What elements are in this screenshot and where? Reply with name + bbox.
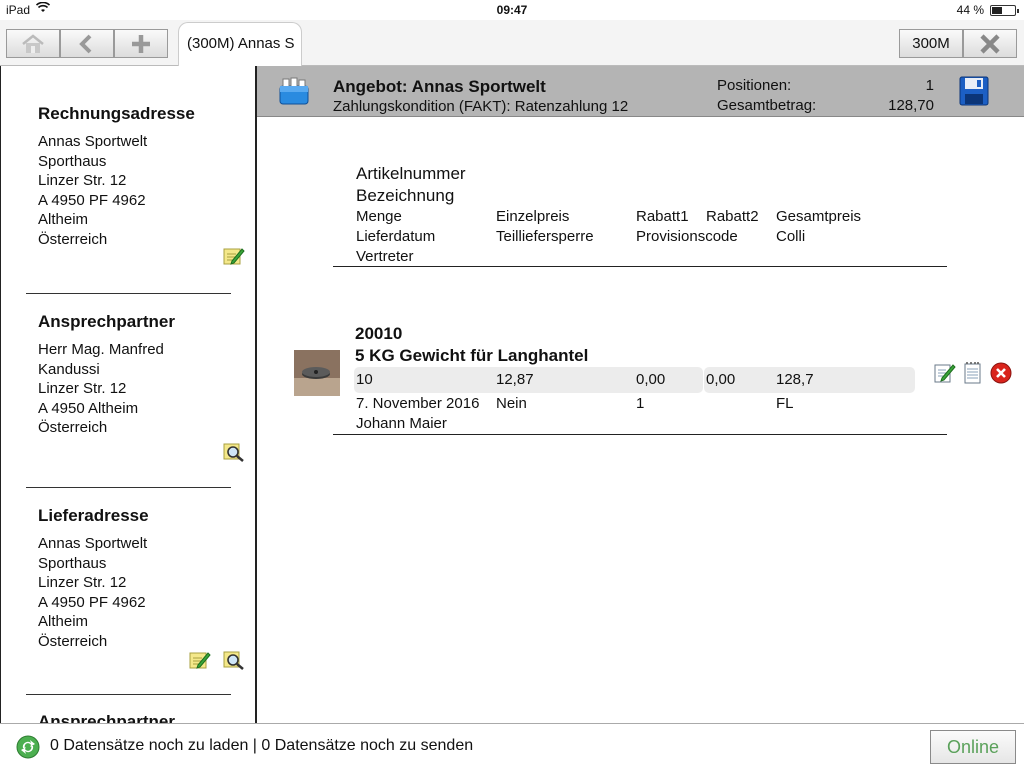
product-thumbnail [294,350,340,396]
search-icon [223,443,244,462]
delivery-address: Lieferadresse Annas Sportwelt Sporthaus … [38,506,238,651]
search-icon [223,651,244,670]
footer: 0 Datensätze noch zu laden | 0 Datensätz… [0,723,1024,768]
chevron-left-icon [79,34,92,53]
item-description: 5 KG Gewicht für Langhantel [355,346,589,365]
item-unit-price: 12,87 [496,371,534,388]
search-contact-button[interactable] [223,442,245,462]
item-quantity: 10 [356,371,373,388]
add-button[interactable] [114,29,168,58]
col-rep: Vertreter [356,248,414,265]
save-button[interactable] [959,76,989,111]
item-colli: FL [776,395,794,412]
billing-line: Sporthaus [38,152,107,170]
offer-title: Angebot: Annas Sportwelt [333,77,546,96]
contact-line: Linzer Str. 12 [38,380,127,397]
col-description: Bezeichnung [356,186,455,205]
edit-icon [934,364,956,383]
billing-line: Altheim [38,211,89,228]
divider [26,487,231,488]
col-colli: Colli [776,228,806,245]
save-icon [959,76,989,106]
battery-percent: 44 % [956,3,984,17]
total-label: Gesamtbetrag: [717,97,817,114]
delivery-line: Annas Sportwelt [38,535,148,552]
delivery-line: Sporthaus [38,554,107,572]
address-panel: Rechnungsadresse Annas Sportwelt Sportha… [0,66,257,723]
sync-status: 0 Datensätze noch zu laden | 0 Datensätz… [50,737,474,754]
item-divider [333,434,947,435]
details-item-button[interactable] [962,362,984,389]
item-article-no: 20010 [355,324,403,343]
delete-icon [990,362,1012,384]
col-discount2: Rabatt2 [706,208,759,225]
notepad-icon [964,362,981,384]
total-value: 128,70 [888,97,934,114]
toolbar: (300M) Annas S 300M [0,20,1024,66]
item-rep: Johann Maier [356,415,447,432]
close-button[interactable] [963,29,1017,58]
offer-icon [277,76,311,111]
item-delivery-date: 7. November 2016 [356,395,480,412]
edit-delivery-button[interactable] [189,650,211,670]
sync-icon [16,735,40,764]
clock: 09:47 [496,3,528,17]
item-total-price: 128,7 [776,371,814,388]
contact-person: Ansprechpartner Herr Mag. Manfred Kandus… [38,312,238,438]
col-unit-price: Einzelpreis [496,208,570,225]
close-icon [980,33,1000,54]
col-discount1: Rabatt1 [636,208,689,225]
billing-address: Rechnungsadresse Annas Sportwelt Sportha… [38,104,238,249]
billing-line: Österreich [38,230,108,248]
edit-billing-button[interactable] [223,246,245,266]
delivery-line: Österreich [38,632,108,650]
item-discount1: 0,00 [636,371,666,388]
search-delivery-button[interactable] [223,650,245,670]
delete-item-button[interactable] [990,362,1012,389]
col-total-price: Gesamtpreis [776,208,862,225]
edit-icon [223,248,245,265]
item-partial-block: Nein [496,395,527,412]
contact-person-2: Ansprechpartner [38,712,238,723]
online-button[interactable]: Online [930,730,1016,764]
contact-line: Herr Mag. Manfred [38,341,164,358]
tab-customer[interactable]: (300M) Annas S [178,22,302,66]
back-button[interactable] [60,29,114,58]
positions-value: 1 [925,77,934,94]
col-commission: Provisionscode [636,228,738,245]
header-divider [333,266,947,267]
col-partial-block: Teilliefersperre [496,228,594,245]
billing-line: Linzer Str. 12 [38,172,127,189]
col-article-no: Artikelnummer [356,164,466,183]
contact-heading: Ansprechpartner [38,312,175,331]
contact-line: Kandussi [38,360,100,378]
billing-heading: Rechnungsadresse [38,104,195,123]
delivery-line: A 4950 PF 4962 [38,593,146,611]
delivery-line: Altheim [38,613,89,630]
plus-icon [132,34,150,53]
positions-label: Positionen: [717,77,792,94]
home-icon [22,33,44,53]
edit-icon [189,652,211,669]
company-button[interactable]: 300M [899,29,963,58]
contact-line: A 4950 Altheim [38,399,139,417]
home-button[interactable] [6,29,60,58]
battery-icon [990,5,1019,16]
payment-terms: Zahlungskondition (FAKT): Ratenzahlung 1… [333,98,629,115]
item-discount2: 0,00 [706,371,736,388]
offer-header: Angebot: Annas Sportwelt Zahlungskonditi… [257,66,1024,117]
delivery-heading: Lieferadresse [38,506,149,525]
divider [26,694,231,695]
status-bar: iPad 09:47 44 % [0,0,1024,20]
delivery-line: Linzer Str. 12 [38,574,127,591]
divider [26,293,231,294]
col-delivery-date: Lieferdatum [356,228,436,245]
contact-line: Österreich [38,419,108,436]
contact2-heading: Ansprechpartner [38,712,175,723]
item-commission: 1 [636,395,645,412]
billing-line: A 4950 PF 4962 [38,191,146,209]
billing-line: Annas Sportwelt [38,133,148,150]
col-quantity: Menge [356,208,402,225]
edit-item-button[interactable] [934,362,956,389]
